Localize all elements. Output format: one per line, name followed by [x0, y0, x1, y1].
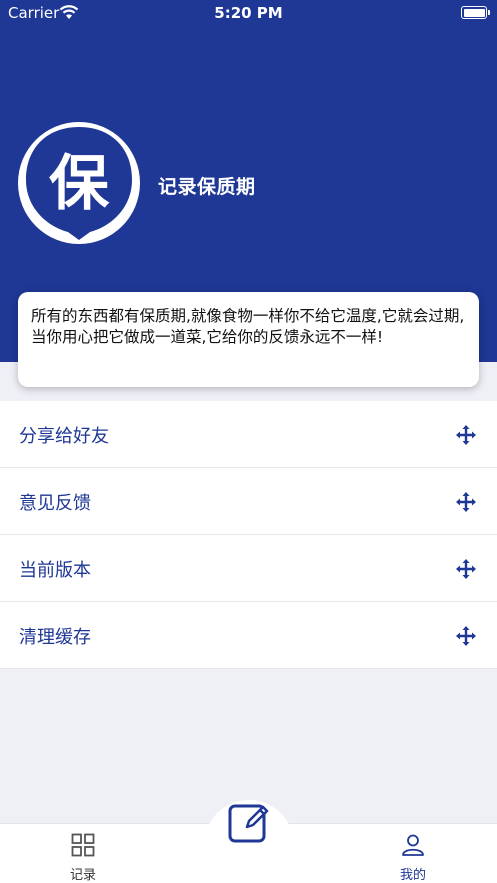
battery-icon — [461, 6, 490, 19]
person-icon — [402, 834, 424, 856]
menu-item-label: 当前版本 — [19, 560, 91, 581]
tab-label: 我的 — [399, 868, 426, 883]
tab-label: 记录 — [69, 868, 96, 883]
move-icon — [456, 559, 476, 579]
logo-char: 保 — [49, 149, 110, 219]
settings-menu: 分享给好友 意见反馈 当前版本 清理缓存 — [0, 401, 497, 669]
move-icon — [456, 626, 476, 646]
menu-item-share[interactable]: 分享给好友 — [0, 401, 497, 468]
menu-item-version[interactable]: 当前版本 — [0, 535, 497, 602]
status-bar: Carrier 5:20 PM — [0, 0, 497, 26]
tab-mine[interactable]: 我的 — [383, 832, 443, 883]
add-record-button[interactable] — [227, 801, 271, 845]
app-title: 记录保质期 — [158, 176, 256, 198]
intro-card: 所有的东西都有保质期,就像食物一样你不给它温度,它就会过期,当你用心把它做成一道… — [18, 292, 479, 387]
move-icon — [456, 425, 476, 445]
menu-item-clear-cache[interactable]: 清理缓存 — [0, 602, 497, 669]
edit-icon — [228, 804, 269, 843]
menu-item-label: 分享给好友 — [19, 426, 109, 447]
move-icon — [456, 492, 476, 512]
menu-item-label: 清理缓存 — [19, 627, 91, 648]
grid-icon — [71, 833, 95, 857]
shield-logo-icon: 保 — [26, 127, 132, 240]
intro-text: 所有的东西都有保质期,就像食物一样你不给它温度,它就会过期,当你用心把它做成一道… — [31, 307, 465, 346]
menu-item-label: 意见反馈 — [19, 493, 91, 514]
app-logo: 保 — [18, 122, 140, 244]
tab-records[interactable]: 记录 — [53, 832, 113, 883]
menu-item-feedback[interactable]: 意见反馈 — [0, 468, 497, 535]
clock: 5:20 PM — [214, 4, 283, 22]
